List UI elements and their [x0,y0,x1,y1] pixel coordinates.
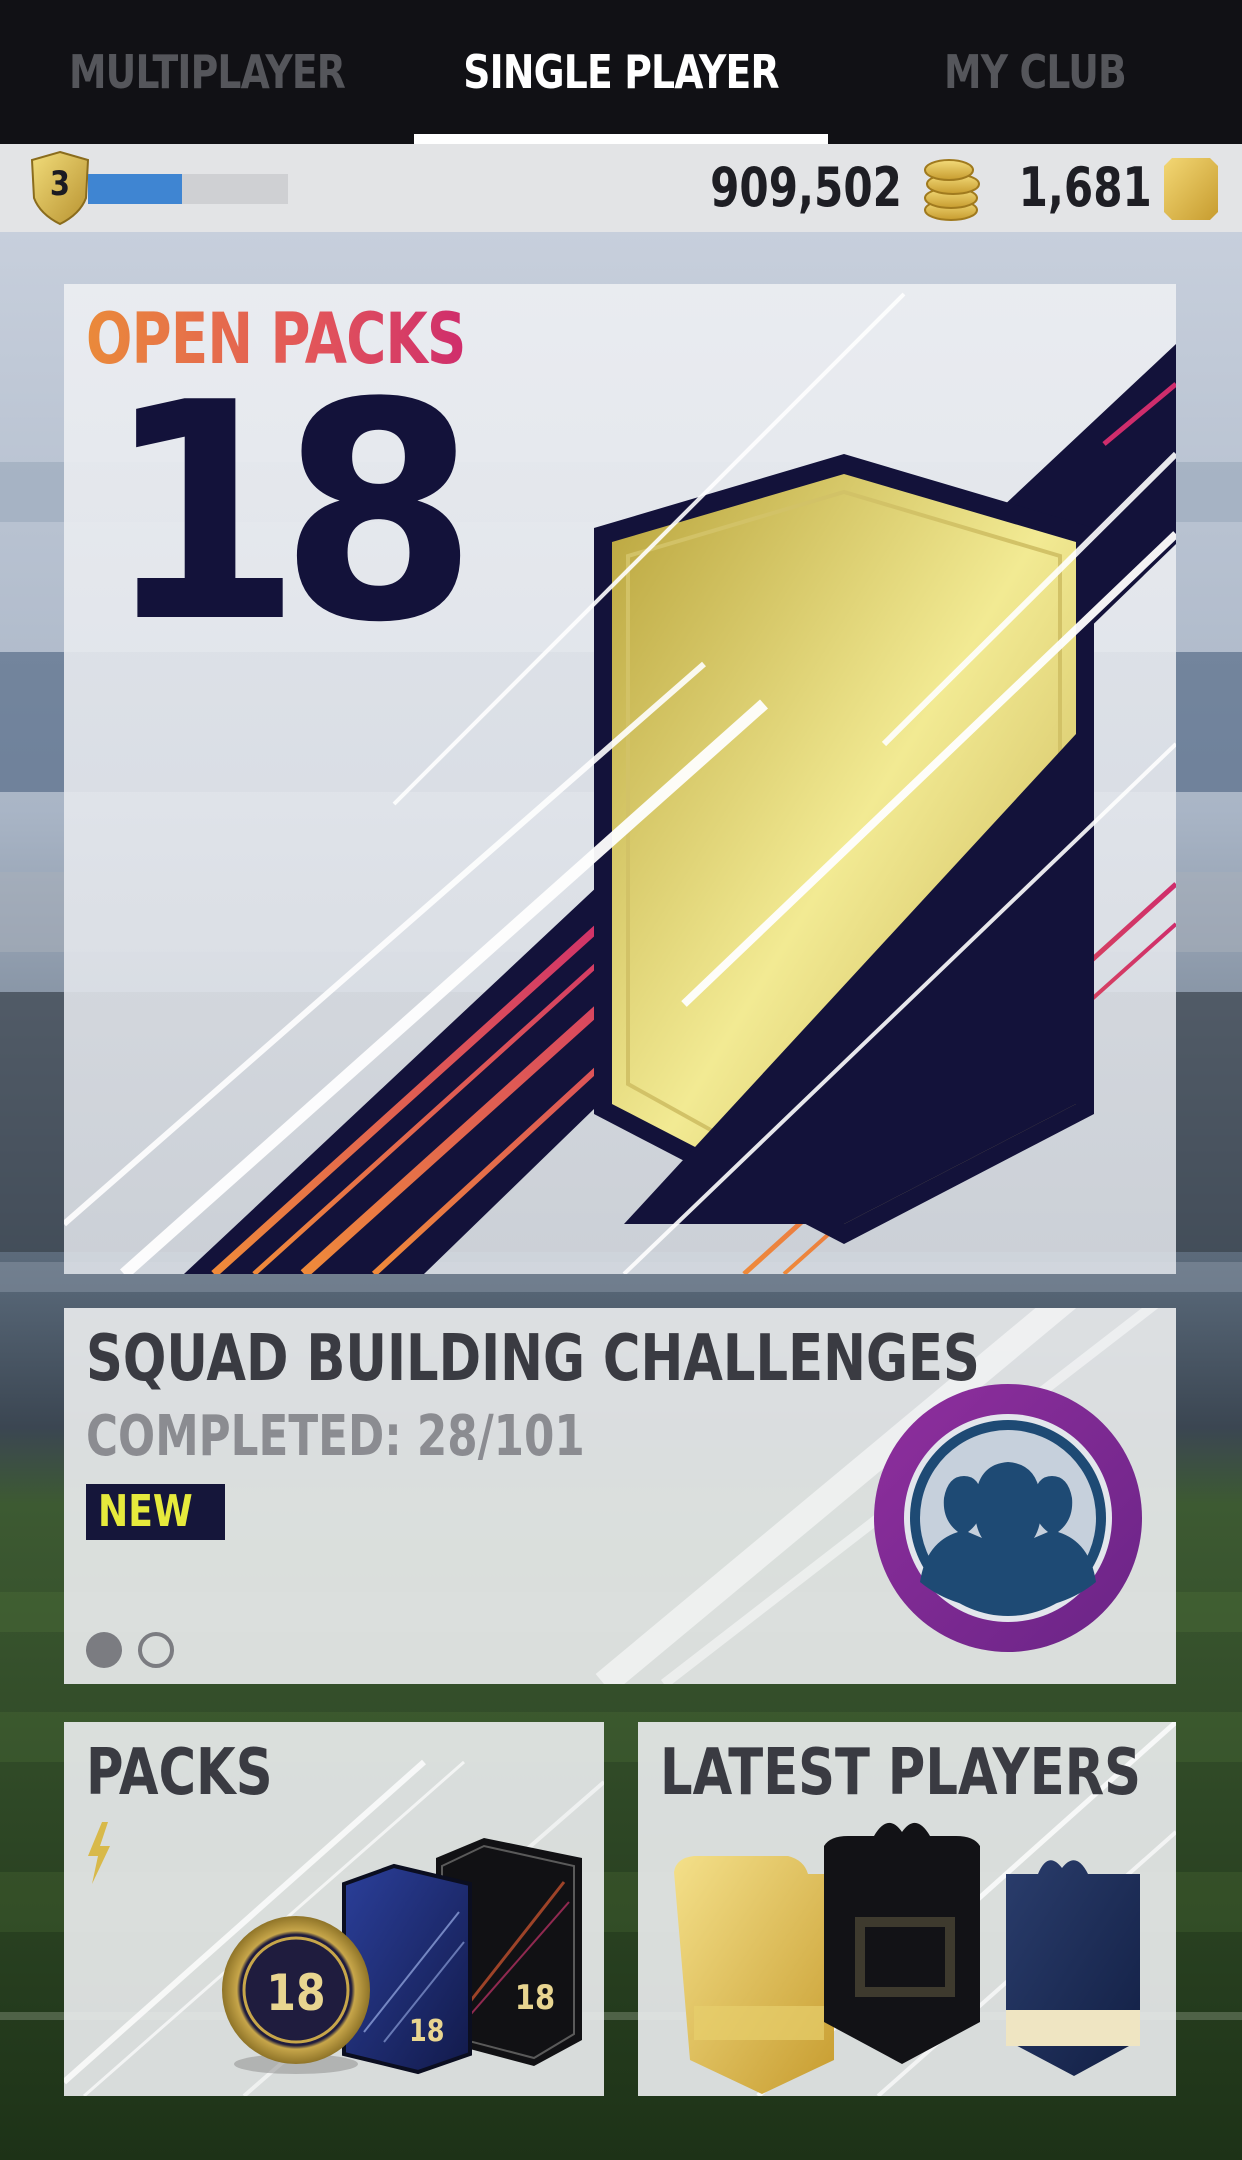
status-bar: 3 909,502 1,681 [0,144,1242,232]
latest-players-title: LATEST PLAYERS [660,1736,1142,1810]
packs-tile-title: PACKS [86,1736,273,1810]
tab-single-player[interactable]: SINGLE PLAYER [451,0,790,144]
fifa-points-icon [1164,158,1218,220]
tab-multiplayer[interactable]: MULTIPLAYER [37,0,376,144]
unopened-packs-count: 18 [104,339,478,688]
squad-group-icon [874,1384,1142,1652]
coins-icon [924,159,980,221]
level-number: 3 [49,164,71,204]
xp-progress-bar [88,174,288,204]
new-badge: NEW [86,1484,226,1540]
sbc-title: SQUAD BUILDING CHALLENGES [86,1322,980,1396]
top-tab-bar: MULTIPLAYER SINGLE PLAYER MY CLUB [0,0,1242,144]
lightning-bolt-icon [88,1822,110,1884]
black-pack-label: 18 [514,1978,556,2018]
blue-pack-label: 18 [409,2014,445,2049]
badge-pack-label: 18 [266,1964,326,2022]
carousel-dot-1[interactable] [86,1632,122,1668]
coins-balance: 909,502 [710,156,902,219]
packs-store-tile[interactable]: PACKS 18 18 18 [64,1722,604,2096]
xp-progress-fill [88,174,182,204]
sbc-completed-count: COMPLETED: 28/101 [86,1404,585,1469]
tab-my-club[interactable]: MY CLUB [865,0,1204,144]
carousel-dot-2[interactable] [138,1632,174,1668]
fifa-points-balance: 1,681 [1018,156,1152,219]
active-tab-indicator [414,134,828,144]
squad-building-challenges-panel[interactable]: SQUAD BUILDING CHALLENGES COMPLETED: 28/… [64,1308,1176,1684]
open-packs-panel[interactable]: OPEN PACKS 18 [64,284,1176,1274]
latest-players-tile[interactable]: LATEST PLAYERS [638,1722,1176,2096]
